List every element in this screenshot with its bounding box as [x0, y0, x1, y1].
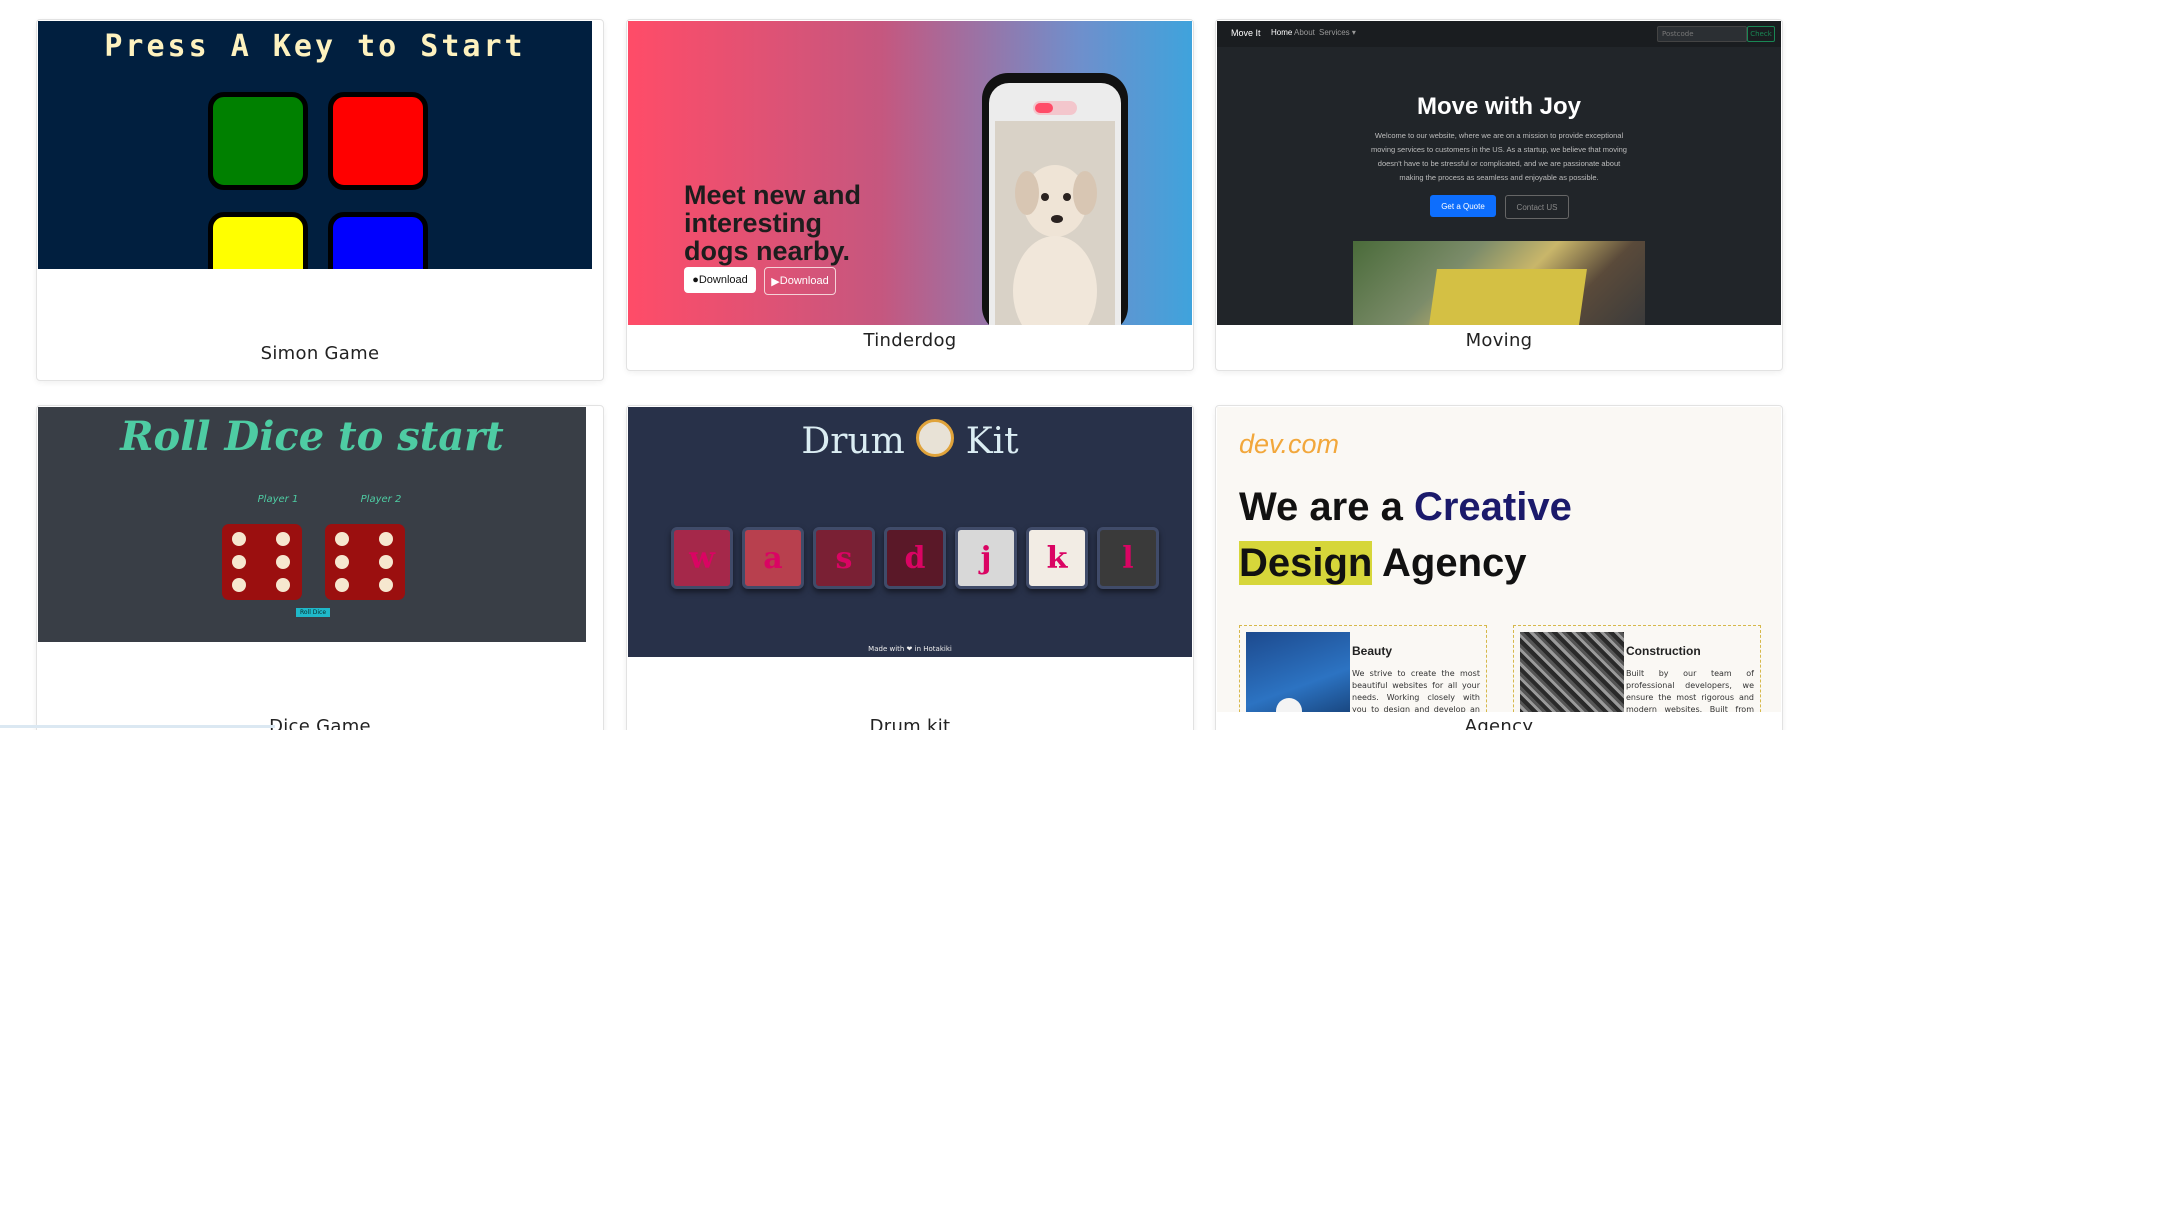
- player1-label: Player 1: [257, 494, 299, 505]
- drum-key-k[interactable]: k: [1026, 527, 1088, 589]
- get-quote-button[interactable]: Get a Quote: [1430, 195, 1496, 217]
- card-caption: Drum kit: [869, 716, 951, 730]
- moving-photo: [1353, 241, 1645, 325]
- download-apple-button[interactable]: ● Download: [684, 267, 756, 293]
- agency-logo: dev.com: [1239, 429, 1340, 459]
- postcode-input[interactable]: Postcode: [1657, 26, 1747, 42]
- tinderdog-headline: Meet new and interesting dogs nearby.: [684, 180, 862, 266]
- simon-title: Press A Key to Start: [104, 29, 526, 64]
- drum-thumbnail[interactable]: Drum Kit w a s d j k l Made with ❤ in Ho…: [628, 407, 1192, 657]
- beauty-text: We strive to create the most beautiful w…: [1352, 669, 1480, 712]
- agency-heading-line1: We are a Creative: [1239, 485, 1572, 529]
- toggle-knob-icon: [1035, 103, 1053, 113]
- nav-home[interactable]: Home: [1271, 28, 1292, 37]
- roll-dice-button[interactable]: Roll Dice: [296, 608, 330, 617]
- drum-key-s[interactable]: s: [813, 527, 875, 589]
- play-icon: ▶: [771, 275, 780, 288]
- drum-key-j[interactable]: j: [955, 527, 1017, 589]
- simon-thumbnail[interactable]: Press A Key to Start: [38, 21, 592, 269]
- die-player1: [222, 524, 302, 600]
- moving-thumbnail[interactable]: Move It Home About Services ▾ Postcode C…: [1217, 21, 1781, 325]
- beauty-title: Beauty: [1352, 644, 1393, 658]
- agency-thumbnail[interactable]: dev.com We are a Creative Design Agency …: [1217, 407, 1781, 712]
- scroll-indicator: [0, 725, 275, 728]
- player2-label: Player 2: [360, 494, 402, 505]
- apple-icon: ●: [692, 274, 699, 286]
- nav-services[interactable]: Services ▾: [1319, 28, 1356, 37]
- tinderdog-thumbnail[interactable]: Meet new and interesting dogs nearby. ● …: [628, 21, 1192, 325]
- dice-thumbnail[interactable]: Roll Dice to start Player 1 Player 2 Rol…: [38, 407, 586, 642]
- moving-title: Move with Joy: [1416, 93, 1582, 120]
- drum-emoji-icon: [916, 419, 955, 457]
- nav-about[interactable]: About: [1294, 28, 1315, 37]
- construction-title: Construction: [1626, 644, 1701, 658]
- card-caption: Moving: [1465, 330, 1533, 351]
- drum-title: Drum Kit: [801, 419, 1019, 462]
- flower-icon: [1276, 698, 1302, 712]
- card-caption: Agency: [1464, 716, 1534, 730]
- truck-icon: [1429, 269, 1587, 325]
- nav-brand[interactable]: Move It: [1231, 28, 1261, 38]
- phone-screen: [989, 83, 1121, 325]
- moving-navbar: Move It Home About Services ▾ Postcode C…: [1217, 21, 1781, 47]
- project-card-agency[interactable]: dev.com We are a Creative Design Agency …: [1215, 405, 1783, 730]
- card-caption: Simon Game: [260, 343, 380, 364]
- simon-green-pad: [208, 92, 308, 190]
- drum-key-a[interactable]: a: [742, 527, 804, 589]
- dog-icon: [1013, 165, 1097, 325]
- beauty-image: [1246, 632, 1350, 712]
- download-play-button[interactable]: ▶ Download: [764, 267, 836, 295]
- agency-heading-line2: Design Agency: [1239, 541, 1527, 585]
- project-card-tinderdog[interactable]: Meet new and interesting dogs nearby. ● …: [626, 19, 1194, 371]
- portfolio-grid: Press A Key to Start Simon Game Meet new…: [0, 0, 2160, 730]
- check-button[interactable]: Check: [1747, 26, 1775, 42]
- dog-photo: [995, 121, 1115, 325]
- dice-title: Roll Dice to start: [120, 413, 504, 460]
- project-card-dice[interactable]: Roll Dice to start Player 1 Player 2 Rol…: [36, 405, 604, 730]
- drum-key-l[interactable]: l: [1097, 527, 1159, 589]
- service-box-beauty: Beauty We strive to create the most beau…: [1239, 625, 1487, 712]
- drum-footer: Made with ❤ in Hotakiki: [868, 645, 952, 653]
- contact-us-button[interactable]: Contact US: [1505, 195, 1569, 219]
- phone-mockup: [982, 73, 1128, 325]
- construction-text: Built by our team of professional develo…: [1626, 669, 1754, 712]
- project-card-drum[interactable]: Drum Kit w a s d j k l Made with ❤ in Ho…: [626, 405, 1194, 730]
- project-card-simon[interactable]: Press A Key to Start Simon Game: [36, 19, 604, 381]
- die-player2: [325, 524, 405, 600]
- card-caption: Tinderdog: [863, 330, 957, 351]
- moving-body: Welcome to our website, where we are on …: [1371, 131, 1627, 182]
- service-box-construction: Construction Built by our team of profes…: [1513, 625, 1761, 712]
- drum-key-w[interactable]: w: [671, 527, 733, 589]
- simon-blue-pad: [328, 212, 428, 269]
- drum-key-d[interactable]: d: [884, 527, 946, 589]
- construction-image: [1520, 632, 1624, 712]
- project-card-moving[interactable]: Move It Home About Services ▾ Postcode C…: [1215, 19, 1783, 371]
- simon-yellow-pad: [208, 212, 308, 269]
- simon-red-pad: [328, 92, 428, 190]
